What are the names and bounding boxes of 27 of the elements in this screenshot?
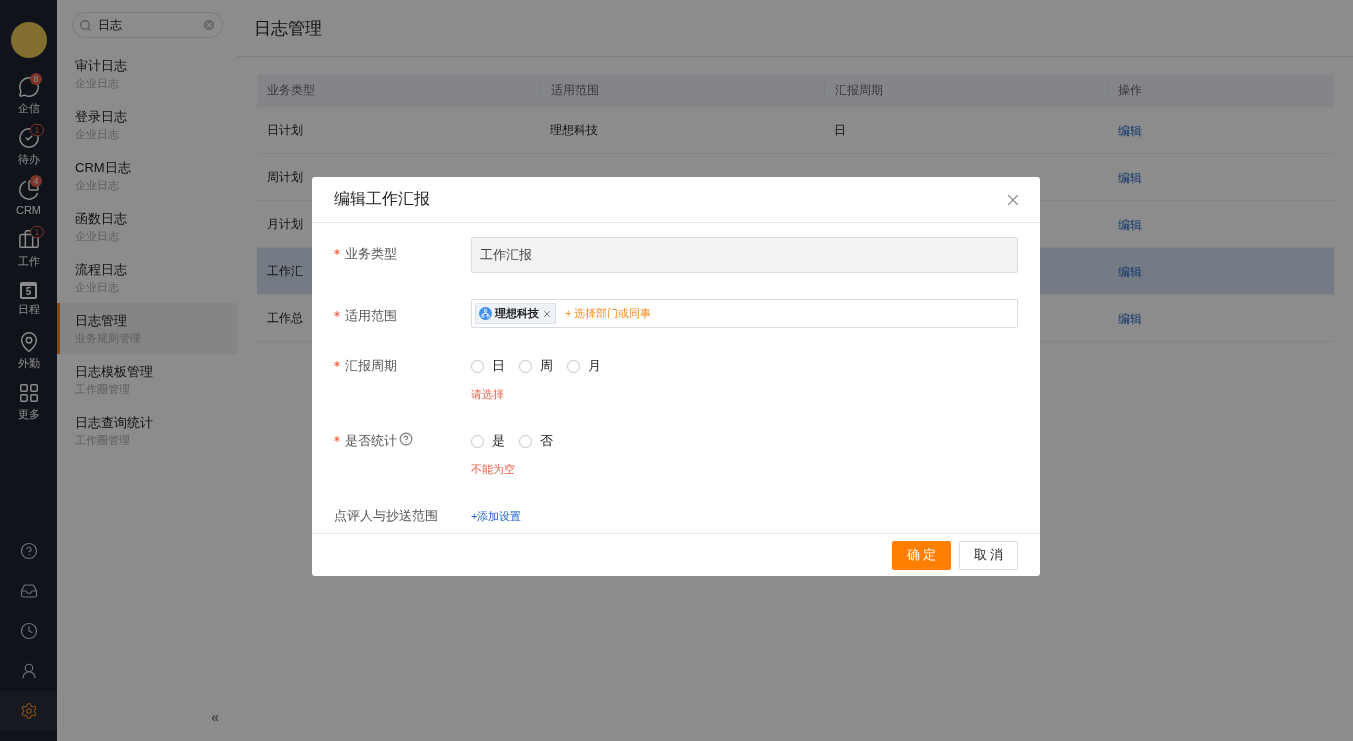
table-cell-text: 周计划 [266,168,303,186]
column-header: 操作 [1107,82,1142,99]
count-badge: 4 [30,175,42,187]
table-cell-text: 理想科技 [549,121,598,139]
calendar-icon: 5 [20,282,37,299]
column-header: 适用范围 [540,82,599,99]
table-cell-text: 月计划 [266,215,303,233]
table-cell-text: 日 [833,121,846,139]
dialog-title: 编辑工作汇报 [334,189,430,209]
scope-tag: 理想科技 [475,303,556,324]
error-text: 不能为空 [471,462,516,477]
column-header: 汇报周期 [824,82,883,99]
field-label: 是否统计 [345,432,397,450]
field-label: 适用范围 [345,307,397,325]
error-text: 请选择 [471,387,505,402]
count-badge: 8 [30,73,42,85]
table-cell-text: 工作汇 [266,262,303,280]
column-header: 业务类型 [266,82,315,99]
type-field: 工作汇报 [471,237,1018,273]
count-badge: 1 [30,226,44,238]
count-badge: 1 [30,124,44,136]
table-cell-text: 日计划 [266,121,303,139]
page-title: 日志管理 [254,17,322,40]
field-label: 业务类型 [345,245,397,263]
field-label: 点评人与抄送范围 [334,507,438,525]
field-label: 汇报周期 [345,357,397,375]
table-cell-text: 工作总 [266,309,303,327]
